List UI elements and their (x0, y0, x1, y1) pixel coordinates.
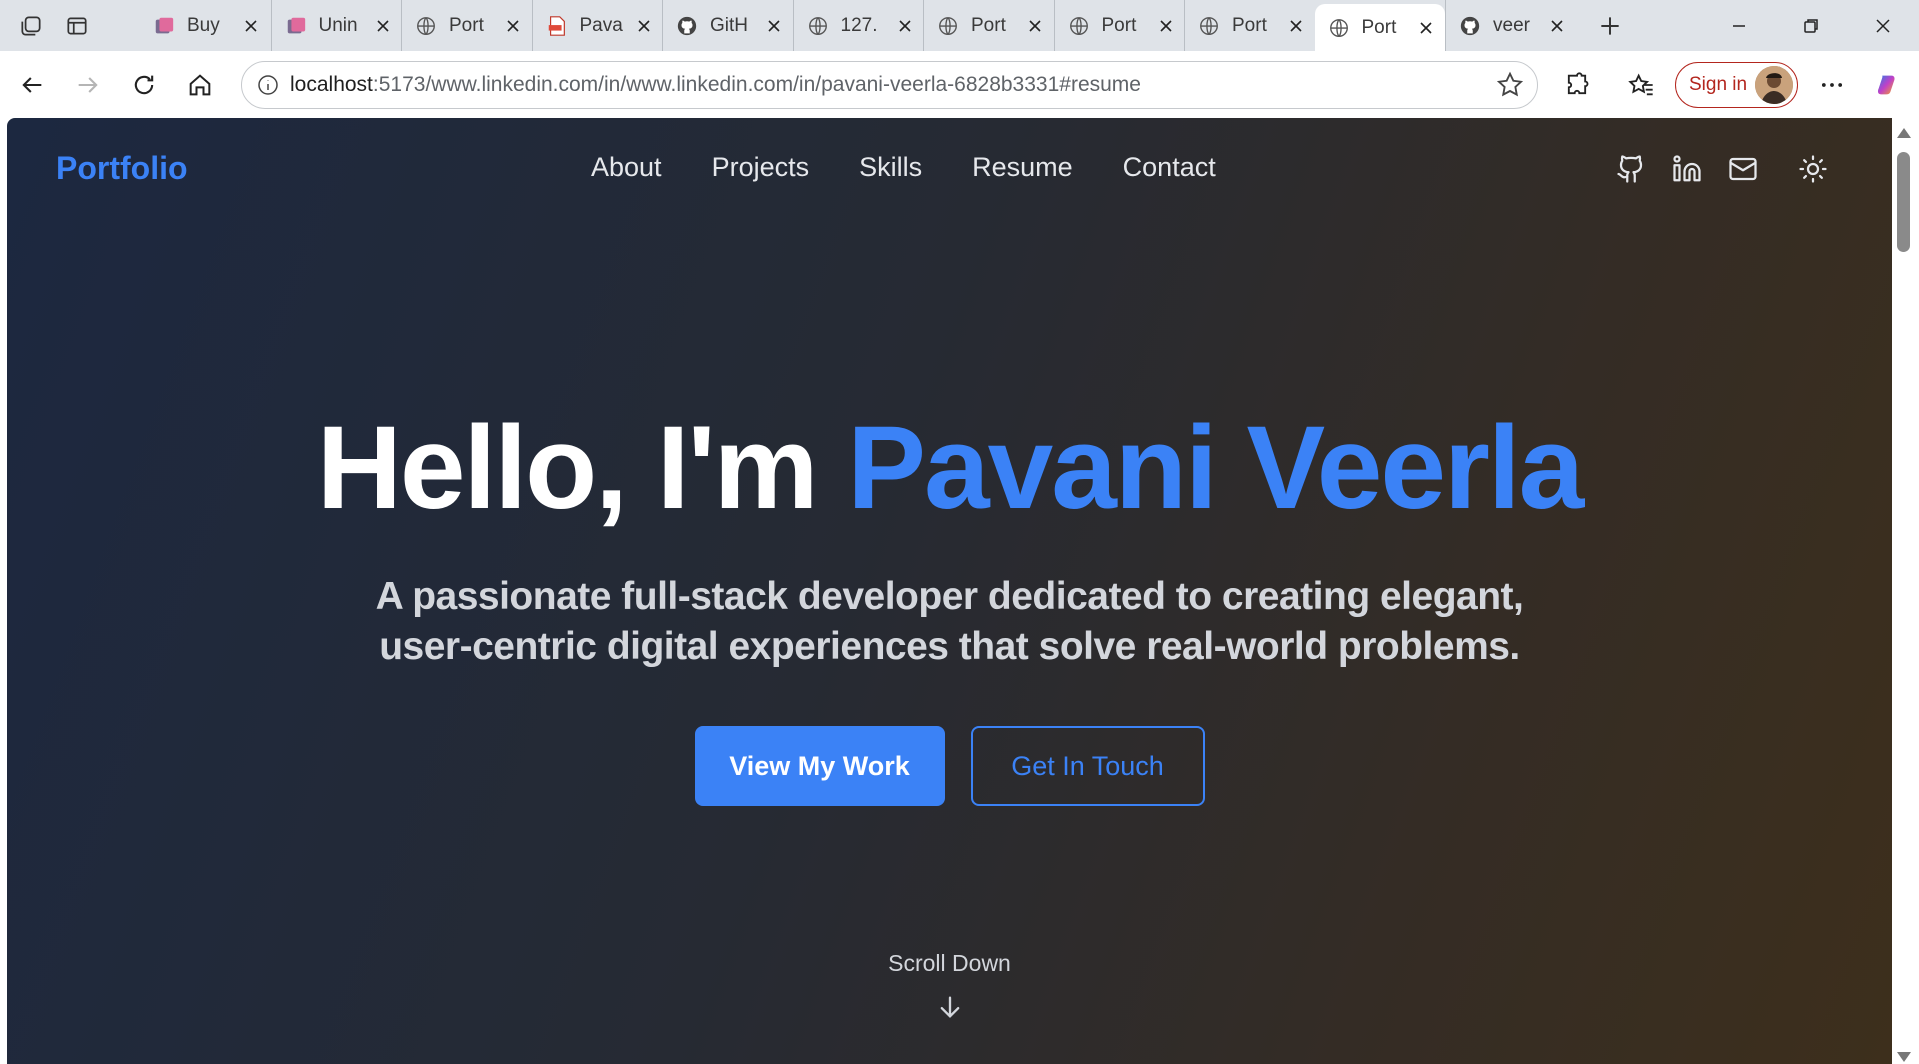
globe-icon (1067, 14, 1091, 38)
tab-title: Unin (318, 14, 358, 36)
pink-app-icon (152, 14, 176, 38)
window-controls (1703, 0, 1919, 51)
tab-title: 127. (840, 14, 878, 36)
tab-actions-icon[interactable] (54, 0, 100, 51)
address-bar[interactable]: localhost:5173/www.linkedin.com/in/www.l… (241, 61, 1538, 109)
extensions-icon[interactable] (1549, 57, 1605, 113)
tab-title: Port (1361, 16, 1397, 38)
favorite-star-icon[interactable] (1495, 70, 1525, 100)
linkedin-icon[interactable] (1659, 152, 1715, 186)
browser-tab[interactable]: Buy (140, 0, 271, 51)
hero-name: Pavani Veerla (847, 402, 1584, 534)
close-window-button[interactable] (1847, 0, 1919, 51)
nav-link-about[interactable]: About (591, 152, 662, 183)
close-tab-icon[interactable] (1286, 16, 1306, 36)
globe-icon (414, 14, 438, 38)
mail-icon[interactable] (1715, 152, 1771, 186)
nav-link-projects[interactable]: Projects (712, 152, 810, 183)
minimize-button[interactable] (1703, 0, 1775, 51)
browser-tab[interactable]: Unin (270, 0, 402, 51)
globe-icon (936, 14, 960, 38)
get-in-touch-button[interactable]: Get In Touch (970, 726, 1205, 806)
site-info-icon[interactable] (246, 63, 290, 107)
scroll-down-indicator[interactable]: Scroll Down (7, 950, 1892, 1021)
hero-actions: View My Work Get In Touch (7, 726, 1892, 806)
restore-button[interactable] (1775, 0, 1847, 51)
site-header: Portfolio About Projects Skills Resume Conta… (7, 118, 1892, 218)
home-button[interactable] (172, 57, 228, 113)
hero-tagline: A passionate full-stack developer dedica… (375, 575, 1524, 668)
github-icon[interactable] (1603, 152, 1659, 186)
browser-toolbar: localhost:5173/www.linkedin.com/in/www.l… (0, 51, 1919, 118)
browser-tab[interactable]: veer (1445, 0, 1576, 51)
browser-tab[interactable]: Port (923, 0, 1054, 51)
github-icon (675, 14, 699, 38)
browser-tab[interactable]: Port (1184, 0, 1315, 51)
browser-tab[interactable]: Port (401, 0, 532, 51)
browser-tab[interactable]: 127. (792, 0, 924, 51)
browser-tab[interactable]: Pava (531, 0, 663, 51)
forward-button[interactable] (60, 57, 116, 113)
tab-title: Port (449, 14, 484, 36)
globe-icon (1197, 14, 1221, 38)
more-options-icon[interactable] (1804, 57, 1860, 113)
tab-title: Port (1101, 14, 1137, 36)
scroll-down-label: Scroll Down (888, 950, 1011, 976)
sign-in-button[interactable]: Sign in (1675, 61, 1799, 108)
close-tab-icon[interactable] (1416, 18, 1436, 38)
back-button[interactable] (4, 57, 60, 113)
site-logo[interactable]: Portfolio (56, 150, 188, 187)
close-tab-icon[interactable] (1547, 16, 1567, 36)
page-viewport: Portfolio About Projects Skills Resume Conta… (7, 118, 1892, 1064)
pink-app-icon (284, 14, 308, 38)
nav-link-resume[interactable]: Resume (972, 152, 1073, 183)
hero-section: Hello, I'm Pavani Veerla A passionate fu… (7, 398, 1892, 806)
favorites-icon[interactable] (1613, 57, 1669, 113)
pdf-icon (545, 14, 569, 38)
close-tab-icon[interactable] (895, 16, 915, 36)
toolbar-right: Sign in (1547, 51, 1916, 118)
tab-title: Port (971, 14, 1006, 36)
github-icon (1458, 14, 1482, 38)
tab-title: GitH (710, 14, 748, 36)
close-tab-icon[interactable] (764, 16, 784, 36)
close-tab-icon[interactable] (373, 16, 393, 36)
url-text: localhost:5173/www.linkedin.com/in/www.l… (290, 73, 1141, 96)
page-scrollbar[interactable] (1892, 118, 1919, 1064)
view-my-work-button[interactable]: View My Work (694, 726, 945, 806)
close-tab-icon[interactable] (1156, 16, 1176, 36)
close-tab-icon[interactable] (241, 16, 261, 36)
new-tab-button[interactable] (1582, 0, 1638, 51)
hero-greeting: Hello, I'm (316, 402, 848, 534)
profile-avatar (1755, 65, 1794, 104)
copilot-icon[interactable] (1860, 57, 1916, 113)
close-tab-icon[interactable] (1025, 16, 1045, 36)
scroll-up-arrow[interactable] (1897, 128, 1911, 138)
hero-heading: Hello, I'm Pavani Veerla (7, 398, 1892, 538)
scroll-down-arrow[interactable] (1897, 1052, 1911, 1062)
workspaces-icon[interactable] (8, 0, 54, 51)
tab-title: Buy (187, 14, 220, 36)
tab-list: Buy Unin Port Pava GitH 127. Port Port Port Port v… (140, 0, 1576, 51)
tab-title: Pava (579, 14, 623, 36)
nav-link-skills[interactable]: Skills (859, 152, 922, 183)
scrollbar-thumb[interactable] (1897, 152, 1910, 252)
arrow-down-icon (940, 996, 959, 1018)
browser-tab[interactable]: Port (1314, 4, 1445, 51)
browser-tab[interactable]: Port (1053, 0, 1185, 51)
close-tab-icon[interactable] (634, 16, 654, 36)
refresh-button[interactable] (116, 57, 172, 113)
nav-link-contact[interactable]: Contact (1123, 152, 1216, 183)
sun-icon[interactable] (1785, 152, 1841, 186)
globe-icon (806, 14, 830, 38)
close-tab-icon[interactable] (503, 16, 523, 36)
globe-icon (1327, 16, 1351, 40)
browser-tab[interactable]: GitH (662, 0, 793, 51)
tab-title: veer (1493, 14, 1530, 36)
browser-tab-strip: Buy Unin Port Pava GitH 127. Port Port Port Port v… (0, 0, 1919, 51)
header-icons (1603, 152, 1841, 186)
tab-title: Port (1232, 14, 1267, 36)
site-nav: About Projects Skills Resume Contact (591, 152, 1266, 183)
